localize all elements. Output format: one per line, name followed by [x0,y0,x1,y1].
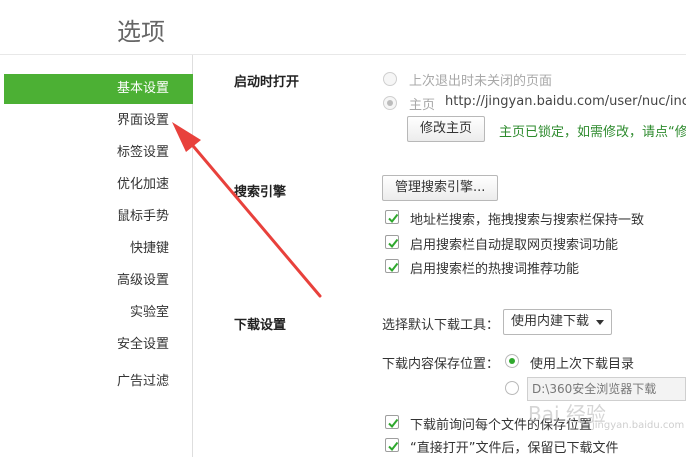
hot-search-recommend-checkbox[interactable] [385,259,399,273]
check-icon [388,418,399,429]
page-title: 选项 [117,18,165,46]
sidebar-item-security[interactable]: 安全设置 [4,330,193,360]
sidebar-item-basic[interactable]: 基本设置 [4,74,193,104]
sidebar-item-lab[interactable]: 实验室 [4,298,193,328]
edit-homepage-button[interactable]: 修改主页 [407,116,486,142]
sidebar-item-shortcuts[interactable]: 快捷键 [4,234,193,264]
download-tool-select[interactable]: 使用内建下载 [503,309,613,335]
download-tool-value: 使用内建下载 [511,314,590,329]
sidebar-item-interface[interactable]: 界面设置 [4,106,193,136]
baidu-watermark-url: jingyan.baidu.com [592,420,685,431]
manage-search-engines-button[interactable]: 管理搜索引擎... [382,175,499,201]
sidebar: 基本设置 界面设置 标签设置 优化加速 鼠标手势 快捷键 高级设置 实验室 安全… [0,55,193,457]
check-icon [388,213,399,224]
startup-homepage-label: 主页 [409,98,436,113]
save-location-label: 下载内容保存位置： [382,357,500,372]
sidebar-item-ad-filter[interactable]: 广告过滤 [4,367,193,397]
hot-search-recommend-label: 启用搜索栏的热搜词推荐功能 [410,262,580,277]
sidebar-item-acceleration[interactable]: 优化加速 [4,170,193,200]
address-bar-search-label: 地址栏搜索，拖拽搜索与搜索栏保持一致 [410,213,645,228]
startup-last-pages-radio[interactable] [383,72,397,86]
search-section-title: 搜索引擎 [234,185,287,200]
sidebar-item-advanced[interactable]: 高级设置 [4,266,193,296]
default-download-tool-label: 选择默认下载工具： [382,318,500,333]
custom-dir-radio[interactable] [505,381,519,395]
dialog-header: 选项 [0,0,686,55]
ask-save-location-checkbox[interactable] [385,415,399,429]
auto-extract-keywords-label: 启用搜索栏自动提取网页搜索词功能 [410,238,619,253]
use-last-dir-label: 使用上次下载目录 [530,357,635,372]
sidebar-item-tabs[interactable]: 标签设置 [4,138,193,168]
check-icon [388,441,399,452]
address-bar-search-checkbox[interactable] [385,210,399,224]
auto-extract-keywords-checkbox[interactable] [385,235,399,249]
use-last-dir-radio[interactable] [505,354,519,368]
keep-downloaded-file-checkbox[interactable] [385,438,399,452]
sidebar-item-mouse-gestures[interactable]: 鼠标手势 [4,202,193,232]
check-icon [388,238,399,249]
keep-downloaded-file-label: “直接打开”文件后，保留已下载文件 [410,441,619,456]
homepage-url: http://jingyan.baidu.com/user/nuc/inco [445,94,686,109]
startup-homepage-radio[interactable] [383,96,397,110]
startup-section-title: 启动时打开 [234,75,300,90]
startup-last-pages-label: 上次退出时未关闭的页面 [409,74,553,89]
download-section-title: 下载设置 [234,318,287,333]
chevron-down-icon [596,320,605,325]
check-icon [388,262,399,273]
homepage-locked-notice: 主页已锁定，如需修改，请点“修 [499,125,686,140]
